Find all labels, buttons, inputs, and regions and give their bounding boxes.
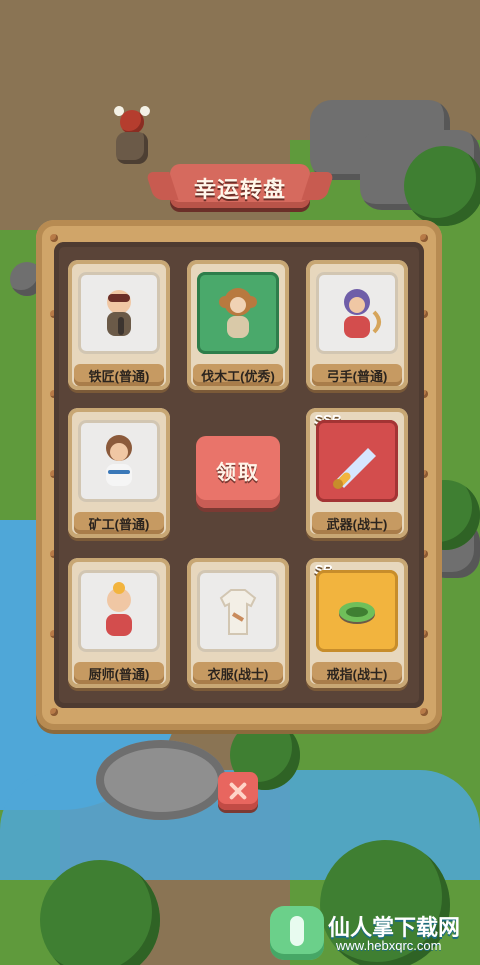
- sword-icon: [333, 448, 376, 489]
- dialog-title-banner: 幸运转盘: [170, 164, 310, 208]
- reward-card-clothes[interactable]: 衣服(战士): [187, 558, 289, 688]
- reward-art: [197, 570, 279, 652]
- reward-card-ring[interactable]: SR 戒指(战士): [306, 558, 408, 688]
- reward-art: [316, 420, 398, 502]
- reward-art: [197, 272, 279, 354]
- reward-label: 矿工(普通): [88, 517, 150, 532]
- reward-art: [78, 272, 160, 354]
- reward-art: [78, 570, 160, 652]
- reward-card-blacksmith[interactable]: 铁匠(普通): [68, 260, 170, 390]
- rivet: [50, 708, 58, 716]
- reward-label: 武器(战士): [326, 517, 388, 532]
- dialog-title: 幸运转盘: [193, 177, 286, 202]
- reward-card-miner[interactable]: 矿工(普通): [68, 408, 170, 538]
- watermark-url: www.hebxqrc.com: [336, 938, 442, 953]
- cactus-logo-icon: [270, 906, 324, 960]
- reward-label: 弓手(普通): [326, 369, 388, 384]
- npc-body: [116, 132, 148, 164]
- close-button[interactable]: [218, 772, 258, 810]
- watermark: 仙人掌下载网 www.hebxqrc.com: [270, 904, 476, 960]
- reward-label: 衣服(战士): [207, 667, 269, 682]
- reward-card-archer[interactable]: 弓手(普通): [306, 260, 408, 390]
- miner-character-icon: [106, 435, 132, 486]
- reward-art: [316, 570, 398, 652]
- reward-art: [78, 420, 160, 502]
- rivet: [420, 708, 428, 716]
- reward-label: 厨师(普通): [88, 667, 150, 682]
- ring-icon: [339, 602, 375, 624]
- npc-head: [120, 110, 144, 134]
- reward-card-lumberjack[interactable]: 伐木工(优秀): [187, 260, 289, 390]
- reward-label: 铁匠(普通): [88, 369, 150, 384]
- reward-label: 伐木工(优秀): [201, 369, 275, 384]
- archer-character-icon: [344, 289, 381, 338]
- chef-character-icon: [106, 582, 132, 636]
- npc-character: [100, 104, 164, 180]
- bush: [404, 146, 480, 226]
- reward-card-chef[interactable]: 厨师(普通): [68, 558, 170, 688]
- claim-button-label: 领取: [216, 462, 260, 484]
- reward-art: [316, 272, 398, 354]
- claim-button[interactable]: 领取: [196, 436, 280, 508]
- blacksmith-character-icon: [107, 290, 131, 336]
- shirt-icon: [219, 589, 257, 635]
- reward-label: 戒指(战士): [326, 667, 388, 682]
- stone-bridge: [96, 740, 226, 820]
- reward-card-weapon[interactable]: SSR 武器(战士): [306, 408, 408, 538]
- rivet: [50, 234, 58, 242]
- rivet: [420, 234, 428, 242]
- lumberjack-monkey-icon: [219, 288, 257, 338]
